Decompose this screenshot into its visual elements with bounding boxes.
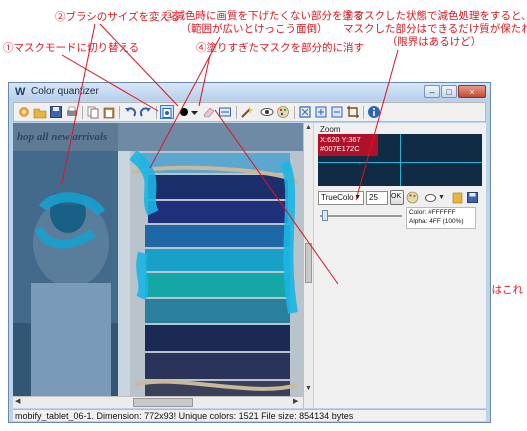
zoom-in-icon[interactable] (314, 105, 328, 119)
print-icon[interactable] (65, 105, 79, 119)
color-info-box: Color: #FFFFFF Alpha: 4FF (100%) (406, 207, 476, 229)
maximize-button[interactable]: □ (441, 85, 457, 98)
right-panel: Zoom X:620 Y:367 #007E172C TrueColo ▼ 25… (314, 123, 486, 408)
palette-tool-icon[interactable] (406, 191, 419, 204)
chevron-down-icon: ▼ (354, 194, 361, 201)
info-icon[interactable] (367, 105, 381, 119)
app-icon: W (15, 86, 26, 98)
cancel-mask-icon[interactable] (218, 105, 232, 119)
toolbar-separator (236, 106, 237, 119)
brush-size-dropdown-icon[interactable] (190, 105, 199, 119)
shape-select-icon[interactable] (424, 191, 437, 204)
redo-icon[interactable] (139, 105, 153, 119)
horizontal-scrollbar[interactable]: ◀ ▶ (13, 396, 303, 408)
crop-icon[interactable] (346, 105, 360, 119)
annotation-paint-line1: ③減色時に画質を下げたくない部分を塗る (164, 10, 364, 22)
toolbar-separator (119, 106, 120, 119)
paste-icon[interactable] (102, 105, 116, 119)
canvas-banner-text: hop all new arrivals (17, 131, 108, 143)
ok-button[interactable]: OK (390, 190, 404, 205)
zoom-crosshair-v (400, 134, 401, 186)
color-count-value: 25 (369, 193, 378, 202)
annotation-mask-mode: ①マスクモードに切り替える (3, 42, 140, 54)
scroll-left-arrow[interactable]: ◀ (15, 397, 20, 405)
color-mode-value: TrueColo (321, 193, 354, 202)
copy-icon[interactable] (86, 105, 100, 119)
image-preview (13, 123, 303, 408)
color-info-color: Color: #FFFFFF (409, 209, 456, 216)
annotation-erase-partial: ④塗りすぎたマスクを部分的に消す (196, 42, 364, 54)
annotation-quality-line3: （限界はあるけど） (386, 36, 482, 48)
brush-icon[interactable] (177, 105, 191, 119)
toolbar (13, 102, 486, 122)
color-count-input[interactable]: 25 (366, 191, 388, 205)
close-button[interactable]: × (458, 85, 486, 98)
scroll-down-arrow[interactable]: ▼ (305, 385, 312, 392)
eye-icon[interactable] (260, 105, 274, 119)
fit-icon[interactable] (298, 105, 312, 119)
horizontal-scroll-thumb[interactable] (133, 398, 193, 407)
title-bar: W Color quantizer – □ × (9, 83, 490, 101)
quality-slider[interactable] (318, 209, 406, 223)
toolbar-separator (363, 106, 364, 119)
slider-track (320, 215, 402, 217)
zoom-out-icon[interactable] (330, 105, 344, 119)
palette-icon[interactable] (276, 105, 290, 119)
annotation-brush-size: ②ブラシのサイズを変える (55, 11, 181, 23)
annotation-quality-line2: マスクした部分はできるだけ質が保たれる (343, 23, 527, 35)
toolbar-separator (156, 106, 157, 119)
eraser-icon[interactable] (202, 105, 216, 119)
color-info-alpha: Alpha: 4FF (100%) (409, 218, 464, 225)
ok-button-label: OK (391, 193, 402, 200)
minimize-button[interactable]: – (424, 85, 440, 98)
color-mode-select[interactable]: TrueColo ▼ (318, 191, 364, 205)
window-title: Color quantizer (31, 86, 99, 97)
shape-dropdown-icon[interactable]: ▼ (438, 194, 445, 201)
zoom-preview: X:620 Y:367 #007E172C (318, 134, 482, 186)
annotation-paint-area: ③減色時に画質を下げたくない部分を塗る （範囲が広いとけっこう面倒） (164, 10, 364, 36)
zoom-coords: X:620 Y:367 (320, 135, 361, 144)
app-window: W Color quantizer – □ × hop all new arri… (8, 82, 491, 423)
annotation-quality: ⑤マスクした状態で減色処理をすると、 マスクした部分はできるだけ質が保たれる （… (343, 10, 527, 49)
magic-icon[interactable] (240, 105, 254, 119)
image-canvas[interactable]: hop all new arrivals (13, 123, 303, 408)
status-bar: mobify_tablet_06-1. Dimension: 772x93! U… (13, 409, 486, 421)
status-text: mobify_tablet_06-1. Dimension: 772x93! U… (15, 411, 354, 421)
mask-mode-icon[interactable] (160, 105, 174, 119)
vertical-scroll-thumb[interactable] (305, 243, 312, 283)
scroll-right-arrow[interactable]: ▶ (293, 397, 298, 405)
zoom-color-value: #007E172C (320, 144, 360, 153)
save-icon[interactable] (49, 105, 63, 119)
copy-palette-icon[interactable] (451, 191, 464, 204)
undo-icon[interactable] (123, 105, 137, 119)
open-icon[interactable] (17, 105, 31, 119)
annotation-paint-line2: （範囲が広いとけっこう面倒） (180, 23, 328, 35)
annotation-quality-line1: ⑤マスクした状態で減色処理をすると、 (343, 10, 527, 22)
slider-thumb[interactable] (322, 210, 328, 221)
open-folder-icon[interactable] (33, 105, 47, 119)
zoom-label: Zoom (320, 125, 341, 134)
toolbar-separator (294, 106, 295, 119)
scroll-up-arrow[interactable]: ▲ (305, 124, 312, 131)
vertical-scrollbar[interactable]: ▲ ▼ (303, 123, 313, 408)
toolbar-separator (82, 106, 83, 119)
save-palette-icon[interactable] (466, 191, 479, 204)
